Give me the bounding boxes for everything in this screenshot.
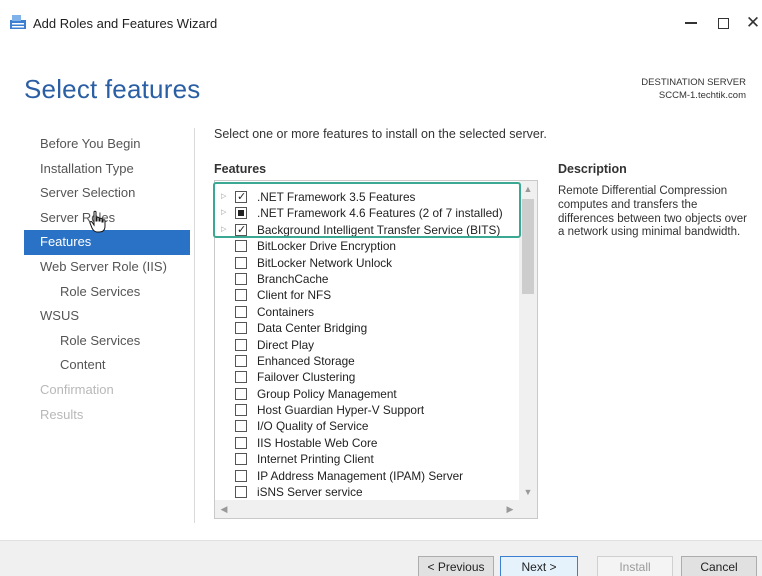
feature-checkbox[interactable] — [235, 305, 247, 318]
destination-server-name: SCCM-1.techtik.com — [658, 90, 746, 101]
close-icon: ✕ — [745, 13, 761, 32]
feature-row[interactable]: Internet Printing Client — [215, 451, 519, 467]
feature-checkbox[interactable] — [235, 322, 247, 335]
feature-label: iSNS Server service — [257, 485, 363, 500]
title-bar: Add Roles and Features Wizard ✕ — [0, 0, 762, 44]
feature-checkbox[interactable] — [235, 387, 247, 400]
feature-row[interactable]: Host Guardian Hyper-V Support — [215, 402, 519, 418]
feature-label: BitLocker Network Unlock — [257, 255, 393, 270]
nav-item-web-server-role-iis[interactable]: Web Server Role (IIS) — [24, 255, 190, 280]
page-title: Select features — [24, 74, 201, 104]
feature-label: BitLocker Drive Encryption — [257, 239, 396, 254]
feature-checkbox[interactable] — [235, 469, 247, 482]
feature-label: Containers — [257, 304, 315, 319]
nav-item-server-selection[interactable]: Server Selection — [24, 181, 190, 206]
hand-cursor-icon — [89, 210, 106, 233]
destination-server-info: DESTINATION SERVER SCCM-1.techtik.com — [641, 76, 746, 102]
nav-item-content[interactable]: Content — [24, 353, 190, 378]
nav-item-role-services[interactable]: Role Services — [24, 280, 190, 305]
feature-checkbox[interactable] — [235, 338, 247, 351]
feature-row[interactable]: I/O Quality of Service — [215, 418, 519, 434]
feature-row[interactable]: Direct Play — [215, 337, 519, 353]
feature-checkbox[interactable] — [235, 272, 247, 285]
feature-label: Host Guardian Hyper-V Support — [257, 403, 425, 418]
nav-item-results: Results — [40, 406, 84, 422]
wizard-footer: < Previous Next > Install Cancel — [0, 540, 762, 576]
feature-row[interactable]: Enhanced Storage — [215, 353, 519, 369]
nav-item-before-you-begin[interactable]: Before You Begin — [24, 132, 190, 157]
feature-row[interactable]: IIS Hostable Web Core — [215, 435, 519, 451]
previous-button[interactable]: < Previous — [418, 556, 494, 576]
destination-label: DESTINATION SERVER — [641, 77, 746, 88]
feature-checkbox[interactable] — [235, 453, 247, 466]
maximize-icon — [717, 17, 729, 29]
vertical-scrollbar[interactable]: ▲ ▼ — [519, 181, 537, 500]
feature-checkbox[interactable] — [235, 256, 247, 269]
feature-label: Direct Play — [257, 337, 315, 352]
feature-label: Group Policy Management — [257, 386, 397, 401]
nav-divider — [194, 128, 195, 523]
feature-checkbox[interactable] — [235, 240, 247, 253]
feature-row[interactable]: Client for NFS — [215, 287, 519, 303]
feature-row[interactable]: BitLocker Network Unlock — [215, 255, 519, 271]
nav-item-installation-type[interactable]: Installation Type — [24, 157, 190, 182]
feature-label: Internet Printing Client — [257, 452, 374, 467]
feature-row[interactable]: BranchCache — [215, 271, 519, 287]
cancel-button[interactable]: Cancel — [681, 556, 757, 576]
feature-label: Client for NFS — [257, 288, 332, 303]
description-heading: Description — [558, 162, 627, 176]
feature-checkbox[interactable] — [235, 486, 247, 499]
nav-item-features[interactable]: Features — [24, 230, 190, 255]
feature-checkbox[interactable] — [235, 420, 247, 433]
feature-checkbox[interactable] — [235, 436, 247, 449]
horizontal-scrollbar[interactable]: ◀ ▶ — [215, 500, 537, 518]
feature-row[interactable]: BitLocker Drive Encryption — [215, 238, 519, 254]
feature-checkbox[interactable] — [235, 289, 247, 302]
install-button[interactable]: Install — [597, 556, 673, 576]
instruction-text: Select one or more features to install o… — [214, 127, 547, 141]
feature-label: Data Center Bridging — [257, 321, 368, 336]
minimize-button[interactable] — [676, 12, 706, 34]
maximize-button[interactable] — [708, 12, 738, 34]
nav-item-wsus[interactable]: WSUS — [24, 304, 190, 329]
close-button[interactable]: ✕ — [738, 12, 762, 34]
feature-checkbox[interactable] — [235, 404, 247, 417]
wizard-nav: Before You Begin Installation Type Server … — [24, 132, 190, 427]
feature-label: BranchCache — [257, 271, 329, 286]
feature-checkbox[interactable] — [235, 354, 247, 367]
features-heading: Features — [214, 162, 267, 176]
feature-checkbox[interactable] — [235, 371, 247, 384]
feature-row[interactable]: iSNS Server service — [215, 484, 519, 500]
server-manager-icon — [10, 15, 26, 29]
feature-label: IP Address Management (IPAM) Server — [257, 468, 464, 483]
nav-item-confirmation: Confirmation — [40, 381, 114, 397]
scroll-right-icon[interactable]: ▶ — [501, 500, 519, 518]
feature-row[interactable]: IP Address Management (IPAM) Server — [215, 468, 519, 484]
description-text: Remote Differential Compression computes… — [558, 185, 748, 239]
nav-item-role-services[interactable]: Role Services — [24, 329, 190, 354]
feature-row[interactable]: Containers — [215, 304, 519, 320]
window-title: Add Roles and Features Wizard — [33, 16, 218, 31]
feature-label: IIS Hostable Web Core — [257, 435, 378, 450]
feature-row[interactable]: Failover Clustering — [215, 369, 519, 385]
feature-label: I/O Quality of Service — [257, 419, 369, 434]
feature-row[interactable]: Data Center Bridging — [215, 320, 519, 336]
scroll-thumb[interactable] — [522, 199, 534, 294]
feature-row[interactable]: Group Policy Management — [215, 386, 519, 402]
feature-label: Failover Clustering — [257, 370, 356, 385]
minimize-icon — [685, 22, 697, 24]
next-button[interactable]: Next > — [500, 556, 578, 576]
feature-label: Enhanced Storage — [257, 353, 355, 368]
scroll-down-icon[interactable]: ▼ — [519, 484, 537, 500]
scroll-up-icon[interactable]: ▲ — [519, 181, 537, 197]
scroll-left-icon[interactable]: ◀ — [215, 500, 233, 518]
annotation-highlight-box — [213, 182, 521, 238]
